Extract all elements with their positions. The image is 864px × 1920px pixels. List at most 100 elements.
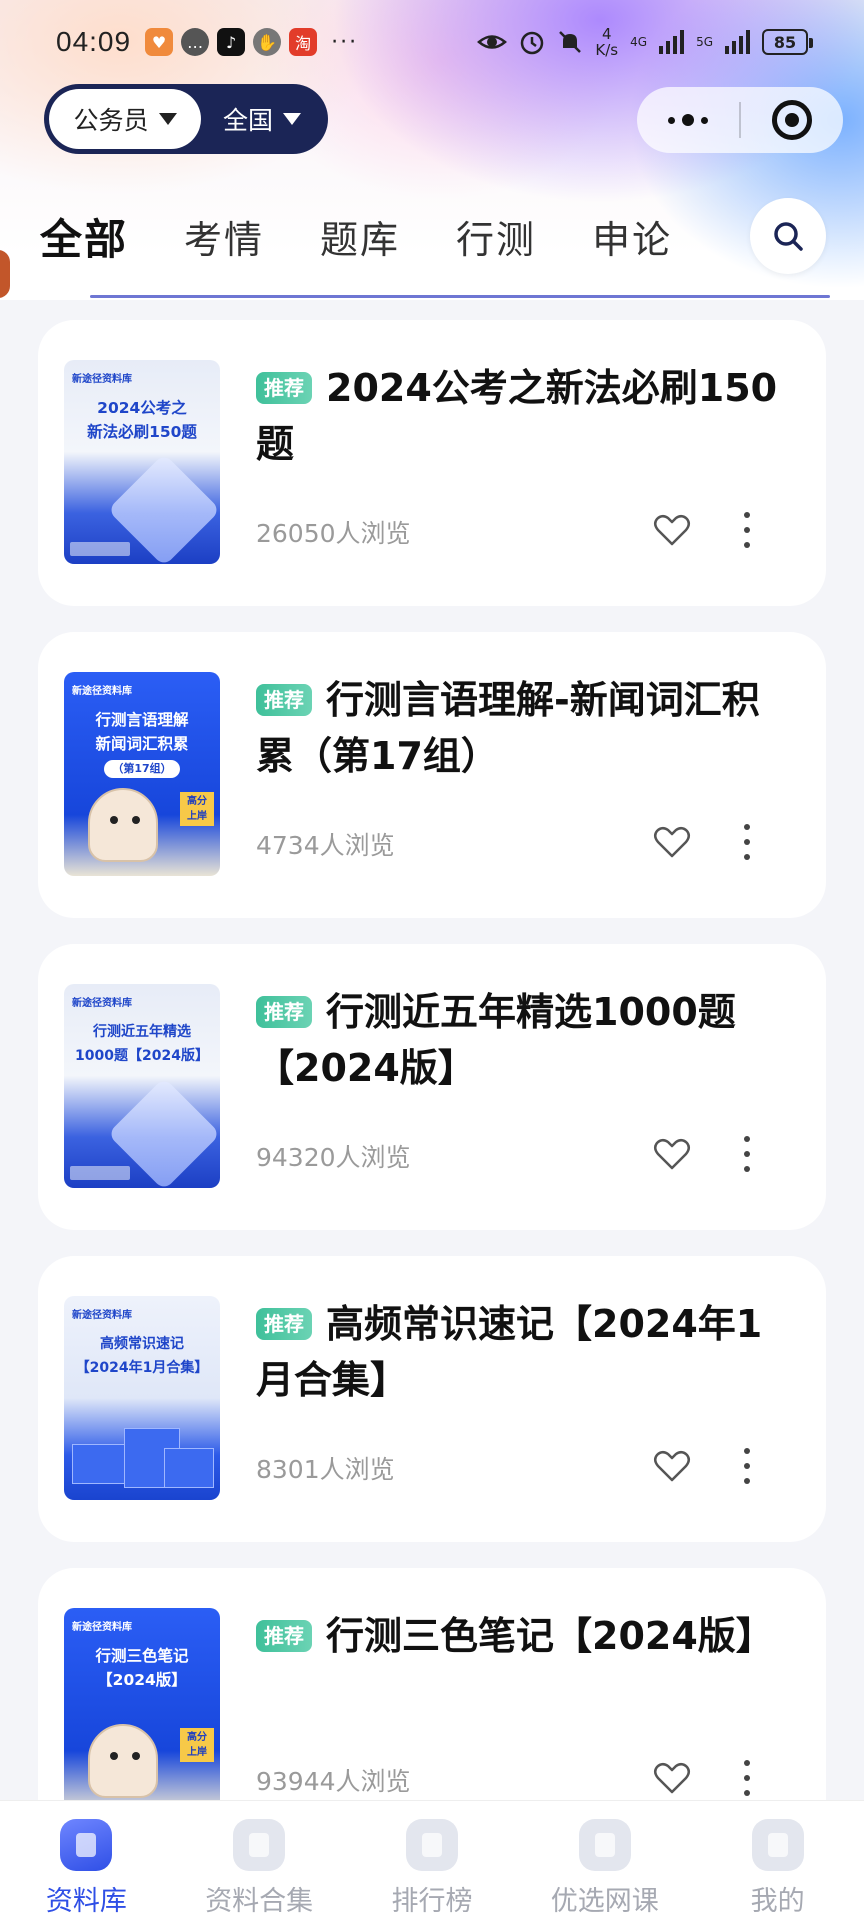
view-count: 94320人浏览	[256, 1143, 411, 1172]
battery-level: 85	[773, 32, 797, 52]
signal-5g-label: 5G	[696, 35, 713, 49]
resource-title-text: 行测言语理解-新闻词汇积累（第17组）	[256, 678, 760, 778]
heart-icon[interactable]	[652, 1446, 692, 1486]
exam-region-selector: 公务员 全国	[44, 84, 328, 154]
resource-title[interactable]: 推荐 行测言语理解-新闻词汇积累（第17组）	[256, 672, 796, 784]
resource-title-text: 行测三色笔记【2024版】	[326, 1614, 774, 1658]
signal-5g-icon	[725, 30, 750, 54]
resource-cover: 新途径资料库 高频常识速记 【2024年1月合集】	[64, 1296, 220, 1500]
shield-app-icon: ♥	[145, 28, 174, 56]
cover-footer	[70, 542, 130, 556]
more-notifications-icon: ···	[331, 29, 359, 55]
alarm-icon	[521, 31, 544, 55]
tab-aptitude[interactable]: 行测	[456, 209, 536, 264]
recommend-tag: 推荐	[256, 996, 312, 1028]
resource-title-text: 行测近五年精选1000题【2024版】	[256, 990, 736, 1090]
net-speed-value: 4	[601, 25, 612, 43]
cover-footer	[70, 1166, 130, 1180]
resource-title[interactable]: 推荐 行测三色笔记【2024版】	[256, 1608, 796, 1664]
resource-title[interactable]: 推荐 2024公考之新法必刷150题	[256, 360, 796, 472]
tab-question-bank[interactable]: 题库	[320, 209, 400, 264]
battery-indicator: 85	[762, 29, 813, 55]
resource-cover: 新途径资料库 行测言语理解 新闻词汇积累 （第17组） 高分 上岸	[64, 672, 220, 876]
resource-title[interactable]: 推荐 高频常识速记【2024年1月合集】	[256, 1296, 796, 1408]
search-button[interactable]	[750, 198, 826, 274]
cover-badge: 高分 上岸	[180, 1728, 214, 1762]
heart-icon[interactable]	[652, 1134, 692, 1174]
tiktok-app-icon: ♪	[217, 28, 246, 56]
resource-title-text: 高频常识速记【2024年1月合集】	[256, 1302, 763, 1402]
tab-all[interactable]: 全部	[40, 206, 128, 267]
tab-exam-info[interactable]: 考情	[184, 209, 264, 264]
edge-decoration	[0, 250, 10, 298]
close-miniprogram-button[interactable]	[741, 100, 844, 140]
cover-title: 行测三色笔记 【2024版】	[95, 1647, 189, 1689]
cover-brand: 新途径资料库	[72, 1622, 132, 1633]
tab-essay[interactable]: 申论	[592, 209, 672, 264]
view-count: 8301人浏览	[256, 1455, 395, 1484]
status-indicators: 4 K/s 4G 5G 85	[477, 26, 813, 58]
more-vertical-icon[interactable]	[742, 1136, 752, 1172]
cover-title: 行测近五年精选 1000题【2024版】	[75, 1024, 209, 1064]
more-vertical-icon[interactable]	[742, 512, 752, 548]
nav-collections[interactable]: 资料合集	[184, 1819, 334, 1918]
category-tabs: 全部 考情 题库 行测 申论	[40, 196, 728, 276]
taobao-app-icon: 淘	[289, 28, 318, 56]
cover-badge: 高分 上岸	[180, 792, 214, 826]
ranking-icon	[405, 1819, 458, 1871]
cover-brand: 新途径资料库	[72, 686, 132, 697]
status-bar: 04:09 ♥ … ♪ ✋ 淘 ··· 4 K/s 4G 5G 85	[0, 0, 864, 84]
cover-title: 行测言语理解 新闻词汇积累	[95, 711, 189, 753]
mascot-illustration	[88, 788, 158, 862]
library-icon	[60, 1819, 113, 1871]
more-vertical-icon[interactable]	[742, 1760, 752, 1796]
cover-title: 2024公考之 新法必刷150题	[87, 399, 197, 441]
nav-label: 资料库	[45, 1886, 127, 1917]
signal-4g-label: 4G	[630, 35, 648, 49]
resource-title[interactable]: 推荐 行测近五年精选1000题【2024版】	[256, 984, 796, 1096]
nav-label: 优选网课	[550, 1886, 659, 1917]
nav-label: 排行榜	[391, 1886, 473, 1917]
nav-library[interactable]: 资料库	[11, 1819, 161, 1918]
triangle-down-icon	[158, 113, 177, 125]
resource-card[interactable]: 新途径资料库 行测近五年精选 1000题【2024版】 推荐 行测近五年精选100…	[38, 944, 826, 1230]
exam-type-label: 公务员	[73, 106, 149, 135]
nav-label: 资料合集	[205, 1886, 314, 1917]
mute-bell-icon	[559, 31, 582, 53]
more-dots-icon[interactable]	[637, 114, 739, 126]
more-vertical-icon[interactable]	[742, 1448, 752, 1484]
net-speed: 4 K/s	[595, 26, 618, 58]
nav-profile[interactable]: 我的	[703, 1819, 853, 1918]
nav-courses[interactable]: 优选网课	[530, 1819, 680, 1918]
heart-icon[interactable]	[652, 822, 692, 862]
cover-title: 高频常识速记 【2024年1月合集】	[75, 1336, 209, 1376]
resource-card[interactable]: 新途径资料库 2024公考之 新法必刷150题 推荐 2024公考之新法必刷150…	[38, 320, 826, 606]
cover-brand: 新途径资料库	[72, 1310, 132, 1321]
signal-4g-icon	[659, 30, 685, 54]
more-vertical-icon[interactable]	[742, 824, 752, 860]
recommend-tag: 推荐	[256, 372, 312, 404]
view-count: 26050人浏览	[256, 519, 411, 548]
bottom-nav: 资料库 资料合集 排行榜 优选网课 我的	[0, 1800, 864, 1920]
region-dropdown[interactable]: 全国	[201, 101, 323, 137]
heart-icon[interactable]	[652, 1758, 692, 1798]
target-icon	[771, 100, 812, 140]
cover-brand: 新途径资料库	[72, 998, 132, 1009]
miniprogram-capsule	[637, 87, 843, 153]
status-time: 04:09	[56, 26, 132, 57]
tabs-divider	[90, 295, 830, 298]
blocks-illustration	[64, 1414, 220, 1500]
net-speed-unit: K/s	[595, 41, 619, 59]
recommend-tag: 推荐	[256, 1620, 312, 1652]
resource-card[interactable]: 新途径资料库 行测言语理解 新闻词汇积累 （第17组） 高分 上岸 推荐 行测言语…	[38, 632, 826, 918]
nav-ranking[interactable]: 排行榜	[357, 1819, 507, 1918]
recommend-tag: 推荐	[256, 684, 312, 716]
heart-icon[interactable]	[652, 510, 692, 550]
resource-card[interactable]: 新途径资料库 高频常识速记 【2024年1月合集】 推荐 高频常识速记【2024年…	[38, 1256, 826, 1542]
view-count: 4734人浏览	[256, 831, 395, 860]
collection-icon	[233, 1819, 286, 1871]
resource-cover: 新途径资料库 行测三色笔记 【2024版】 高分 上岸	[64, 1608, 220, 1812]
nav-label: 我的	[750, 1886, 805, 1917]
exam-type-dropdown[interactable]: 公务员	[49, 89, 201, 149]
recommend-tag: 推荐	[256, 1308, 312, 1340]
